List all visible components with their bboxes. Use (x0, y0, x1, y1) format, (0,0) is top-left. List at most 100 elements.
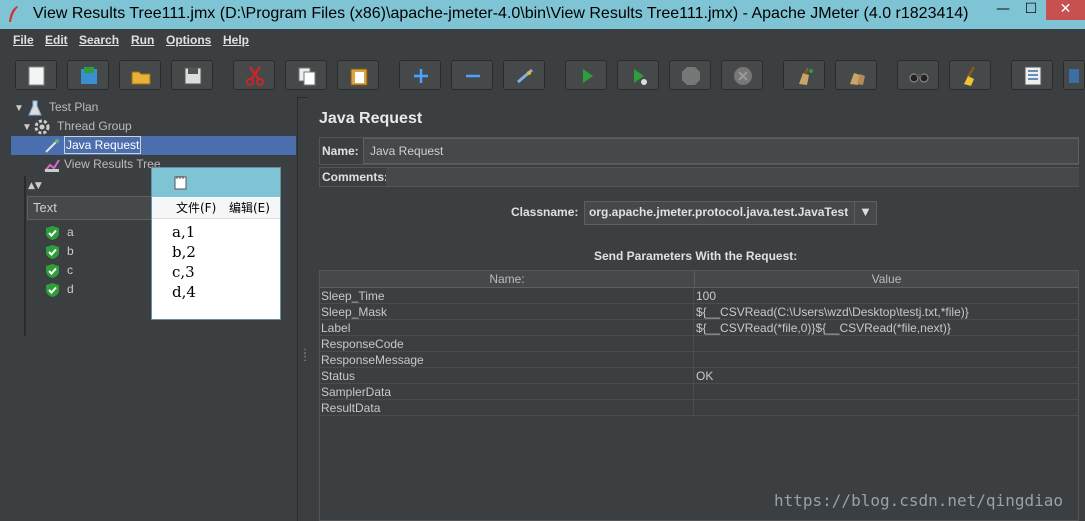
stop-button[interactable] (669, 60, 711, 90)
reset-search-button[interactable] (949, 60, 991, 90)
param-name[interactable]: ResultData (321, 400, 694, 416)
cut-button[interactable] (233, 60, 275, 90)
paste-button[interactable] (337, 60, 379, 90)
open-button[interactable] (119, 60, 161, 90)
param-name[interactable]: ResponseCode (321, 336, 694, 352)
menu-search[interactable]: Search (79, 33, 119, 47)
stop-icon (682, 67, 700, 85)
param-name[interactable]: Label (321, 320, 694, 336)
table-row[interactable]: Label ${__CSVRead(*file,0)}${__CSVRead(*… (320, 320, 1078, 336)
name-label: Name: (322, 144, 359, 158)
menu-run[interactable]: Run (131, 33, 154, 47)
jmeter-feather-icon (9, 6, 18, 22)
expanded-arrow-icon[interactable]: ▼ (22, 119, 32, 137)
param-value[interactable]: ${__CSVRead(C:\Users\wzd\Desktop\testj.t… (696, 304, 1076, 320)
shutdown-button[interactable] (721, 60, 763, 90)
param-name[interactable]: SamplerData (321, 384, 694, 400)
param-name[interactable]: Status (321, 368, 694, 384)
reset-search-icon (964, 66, 976, 86)
templates-button[interactable] (67, 60, 109, 90)
new-button[interactable] (15, 60, 57, 90)
param-value[interactable] (696, 336, 1076, 352)
column-header-value[interactable]: Value (695, 271, 1078, 288)
toggle-button[interactable] (503, 60, 545, 90)
clear-all-icon (850, 73, 865, 85)
param-name[interactable]: ResponseMessage (321, 352, 694, 368)
table-row[interactable]: Sleep_Mask ${__CSVRead(C:\Users\wzd\Desk… (320, 304, 1078, 320)
notepad-menu-file[interactable]: 文件(F) (176, 198, 216, 218)
toggle-icon (517, 68, 533, 84)
notepad-line: c,3 (172, 263, 195, 281)
parameters-table: Name: Value Sleep_Time 100 Sleep_Mask ${… (319, 270, 1079, 521)
clear-icon (799, 67, 813, 85)
open-icon (131, 71, 151, 85)
menu-options[interactable]: Options (166, 33, 211, 47)
menu-bar: File Edit Search Run Options Help (0, 29, 1085, 51)
result-name: a (67, 225, 74, 239)
split-collapse-arrows[interactable]: ▲▼ (28, 181, 42, 191)
clear-button[interactable] (783, 60, 825, 90)
search-button[interactable] (897, 60, 939, 90)
close-button[interactable]: ✕ (1046, 0, 1085, 20)
results-renderer-header[interactable]: Text (27, 196, 157, 220)
java-request-panel: Java Request Name: Java Request Comments… (308, 97, 1085, 521)
maximize-button[interactable]: ☐ (1017, 0, 1045, 20)
table-row[interactable]: ResultData (320, 400, 1078, 416)
notepad-window[interactable]: 文件(F) 编辑(E) a,1 b,2 c,3 d,4 (151, 167, 281, 320)
menu-edit[interactable]: Edit (45, 33, 68, 47)
success-shield-icon (46, 283, 59, 297)
dropdown-arrow-icon[interactable]: ▼ (854, 202, 876, 224)
start-icon (583, 69, 593, 83)
table-row[interactable]: Sleep_Time 100 (320, 288, 1078, 304)
param-value[interactable]: 100 (696, 288, 1076, 304)
success-shield-icon (46, 264, 59, 278)
param-name[interactable]: Sleep_Time (321, 288, 694, 304)
copy-button[interactable] (285, 60, 327, 90)
expand-all-button[interactable] (399, 60, 441, 90)
save-button[interactable] (171, 60, 213, 90)
help-button[interactable] (1063, 60, 1085, 90)
table-row[interactable]: ResponseCode (320, 336, 1078, 352)
table-row[interactable]: ResponseMessage (320, 352, 1078, 368)
menu-help[interactable]: Help (223, 33, 249, 47)
table-row[interactable]: Status OK (320, 368, 1078, 384)
param-name[interactable]: Sleep_Mask (321, 304, 694, 320)
clear-all-button[interactable] (835, 60, 877, 90)
collapse-all-button[interactable] (451, 60, 493, 90)
shutdown-icon (734, 67, 752, 85)
param-value[interactable] (696, 352, 1076, 368)
comments-input[interactable] (386, 168, 1079, 186)
notepad-text-area[interactable]: a,1 b,2 c,3 d,4 (172, 222, 196, 302)
tree-label-thread-group: Thread Group (57, 119, 132, 133)
start-no-pauses-button[interactable] (617, 60, 659, 90)
collapse-icon (466, 74, 480, 78)
new-icon (28, 66, 45, 86)
minimize-button[interactable]: — (989, 0, 1017, 20)
templates-icon (81, 67, 97, 84)
notepad-titlebar[interactable] (152, 168, 280, 197)
result-name: d (67, 282, 74, 296)
name-input[interactable]: Java Request (363, 138, 1079, 164)
menu-file[interactable]: File (13, 33, 34, 47)
notepad-menu-bar: 文件(F) 编辑(E) (152, 198, 280, 219)
param-value[interactable] (696, 400, 1076, 416)
classname-dropdown[interactable]: org.apache.jmeter.protocol.java.test.Jav… (584, 201, 877, 225)
tree-label-test-plan: Test Plan (49, 100, 99, 114)
panel-title: Java Request (319, 110, 423, 127)
save-icon (184, 67, 202, 85)
comments-row: Comments: (319, 167, 1079, 187)
pipette-icon (45, 139, 59, 153)
notepad-line: a,1 (172, 223, 196, 241)
param-value[interactable] (696, 384, 1076, 400)
expanded-arrow-icon[interactable]: ▼ (14, 100, 24, 118)
column-header-name[interactable]: Name: (320, 271, 695, 288)
notepad-icon (174, 176, 187, 190)
param-value[interactable]: OK (696, 368, 1076, 384)
flask-icon (28, 100, 42, 116)
start-button[interactable] (565, 60, 607, 90)
function-helper-button[interactable] (1011, 60, 1053, 90)
table-row[interactable]: SamplerData (320, 384, 1078, 400)
notepad-menu-edit[interactable]: 编辑(E) (229, 198, 270, 218)
param-value[interactable]: ${__CSVRead(*file,0)}${__CSVRead(*file,n… (696, 320, 1076, 336)
notepad-line: b,2 (172, 243, 196, 261)
